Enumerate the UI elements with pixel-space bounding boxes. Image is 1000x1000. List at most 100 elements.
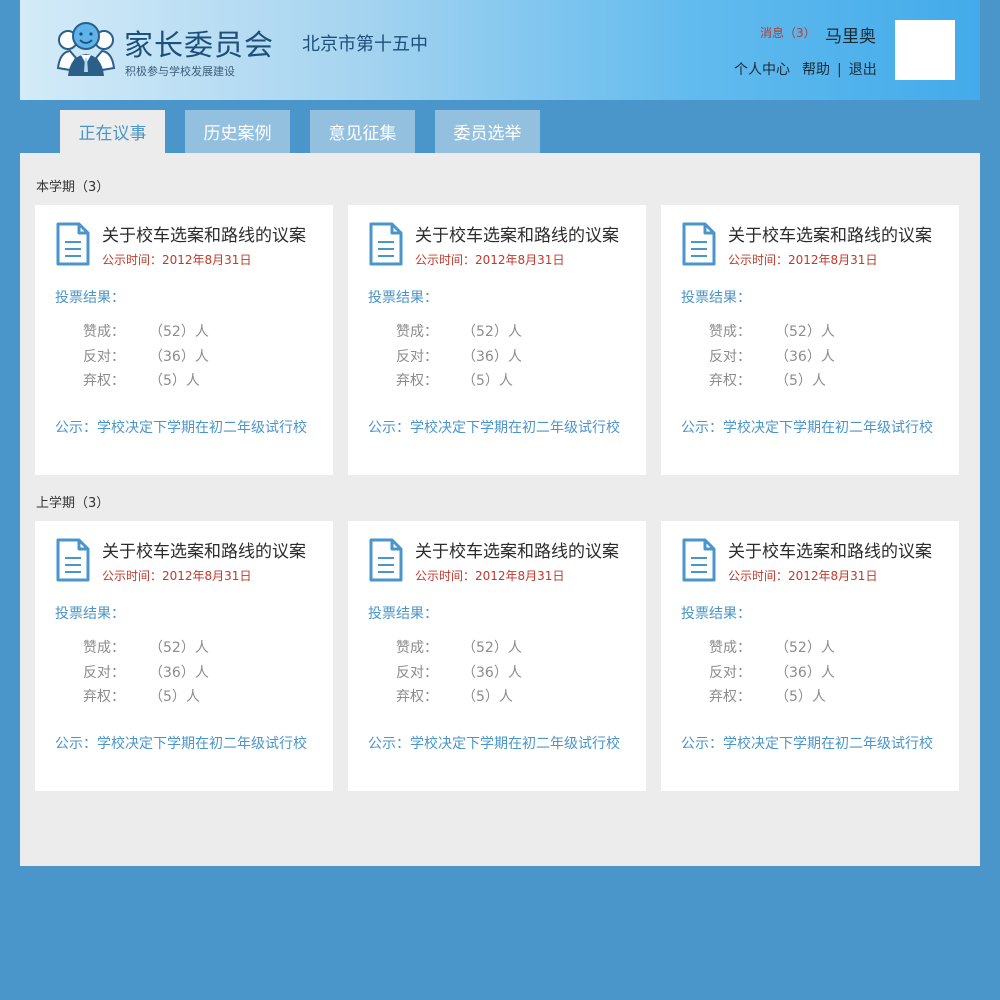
vote-label: 弃权： (396, 373, 438, 389)
vote-row-approve: 赞成： （52）人 (396, 321, 522, 341)
vote-result-label: 投票结果： (368, 606, 438, 622)
vote-label: 反对： (83, 349, 125, 365)
notice-link[interactable]: 公示：学校决定下学期在初二年级试行校 (55, 733, 307, 753)
avatar[interactable] (895, 20, 955, 80)
document-icon (369, 538, 403, 582)
tab-member-election[interactable]: 委员选举 (435, 110, 540, 154)
vote-count: （5）人 (775, 689, 826, 705)
section-title-current-term: 本学期（3） (36, 180, 110, 195)
vote-count: （36）人 (462, 665, 522, 681)
help-link[interactable]: 帮助 (802, 62, 830, 78)
proposal-title[interactable]: 关于校车选案和路线的议案 (102, 537, 306, 562)
document-icon (56, 222, 90, 266)
notice-link[interactable]: 公示：学校决定下学期在初二年级试行校 (681, 733, 933, 753)
people-logo-icon (56, 22, 116, 76)
vote-result-label: 投票结果： (681, 606, 751, 622)
vote-row-approve: 赞成： （52）人 (83, 637, 209, 657)
vote-result-label: 投票结果： (55, 606, 125, 622)
vote-label: 反对： (709, 665, 751, 681)
proposal-card[interactable]: 关于校车选案和路线的议案 公示时间：2012年8月31日 投票结果： 赞成： （5… (35, 205, 333, 475)
vote-count: （5）人 (149, 689, 200, 705)
school-name: 北京市第十五中 (302, 34, 428, 55)
publish-date: 公示时间：2012年8月31日 (102, 569, 252, 583)
vote-row-abstain: 弃权： （5）人 (83, 686, 200, 706)
user-name[interactable]: 马里奥 (825, 22, 876, 47)
app-title: 家长委员会 (124, 28, 275, 62)
notice-link[interactable]: 公示：学校决定下学期在初二年级试行校 (368, 733, 620, 753)
logout-link[interactable]: 退出 (849, 62, 877, 78)
app-slogan: 积极参与学校发展建设 (125, 65, 235, 78)
vote-row-approve: 赞成： （52）人 (709, 637, 835, 657)
messages-link[interactable]: 消息（3） (760, 24, 816, 41)
vote-count: （36）人 (149, 665, 209, 681)
document-icon (56, 538, 90, 582)
vote-row-approve: 赞成： （52）人 (396, 637, 522, 657)
vote-row-approve: 赞成： （52）人 (709, 321, 835, 341)
vote-label: 反对： (709, 349, 751, 365)
vote-label: 赞成： (709, 640, 751, 656)
vote-count: （52）人 (149, 640, 209, 656)
publish-date: 公示时间：2012年8月31日 (728, 569, 878, 583)
tab-history-cases[interactable]: 历史案例 (185, 110, 290, 154)
vote-label: 反对： (396, 665, 438, 681)
vote-count: （5）人 (462, 373, 513, 389)
vote-result-label: 投票结果： (368, 290, 438, 306)
vote-label: 弃权： (396, 689, 438, 705)
vote-label: 弃权： (709, 373, 751, 389)
vote-label: 赞成： (709, 324, 751, 340)
vote-count: （36）人 (775, 665, 835, 681)
vote-count: （5）人 (149, 373, 200, 389)
vote-row-oppose: 反对： （36）人 (83, 346, 209, 366)
vote-row-abstain: 弃权： （5）人 (709, 686, 826, 706)
publish-date: 公示时间：2012年8月31日 (415, 253, 565, 267)
vote-row-oppose: 反对： （36）人 (83, 662, 209, 682)
personal-center-link[interactable]: 个人中心 (734, 62, 790, 78)
tab-opinion-collection[interactable]: 意见征集 (310, 110, 415, 154)
vote-label: 赞成： (396, 640, 438, 656)
proposal-card[interactable]: 关于校车选案和路线的议案 公示时间：2012年8月31日 投票结果： 赞成： （5… (348, 521, 646, 791)
vote-count: （36）人 (149, 349, 209, 365)
vote-label: 弃权： (83, 373, 125, 389)
proposal-title[interactable]: 关于校车选案和路线的议案 (102, 221, 306, 246)
link-separator: | (837, 62, 842, 78)
proposal-title[interactable]: 关于校车选案和路线的议案 (728, 221, 932, 246)
vote-label: 弃权： (709, 689, 751, 705)
vote-count: （36）人 (462, 349, 522, 365)
proposal-title[interactable]: 关于校车选案和路线的议案 (415, 537, 619, 562)
notice-link[interactable]: 公示：学校决定下学期在初二年级试行校 (368, 417, 620, 437)
vote-result-label: 投票结果： (55, 290, 125, 306)
vote-label: 反对： (396, 349, 438, 365)
publish-date: 公示时间：2012年8月31日 (102, 253, 252, 267)
vote-row-approve: 赞成： （52）人 (83, 321, 209, 341)
proposal-title[interactable]: 关于校车选案和路线的议案 (415, 221, 619, 246)
vote-label: 赞成： (83, 640, 125, 656)
vote-row-abstain: 弃权： （5）人 (396, 686, 513, 706)
vote-row-abstain: 弃权： （5）人 (83, 370, 200, 390)
vote-count: （52）人 (775, 640, 835, 656)
document-icon (682, 538, 716, 582)
proposal-card[interactable]: 关于校车选案和路线的议案 公示时间：2012年8月31日 投票结果： 赞成： （5… (661, 205, 959, 475)
vote-row-oppose: 反对： （36）人 (709, 346, 835, 366)
notice-link[interactable]: 公示：学校决定下学期在初二年级试行校 (681, 417, 933, 437)
header-banner: 家长委员会 北京市第十五中 积极参与学校发展建设 消息（3） 马里奥 个人中心帮… (20, 0, 980, 100)
vote-row-abstain: 弃权： （5）人 (396, 370, 513, 390)
main-panel: 本学期（3） 关于校车选案和路线的议案 公示时间：2012年8月31日 投票结果… (20, 153, 980, 866)
proposal-title[interactable]: 关于校车选案和路线的议案 (728, 537, 932, 562)
vote-count: （36）人 (775, 349, 835, 365)
notice-link[interactable]: 公示：学校决定下学期在初二年级试行校 (55, 417, 307, 437)
tab-current-matters[interactable]: 正在议事 (60, 110, 165, 154)
proposal-card[interactable]: 关于校车选案和路线的议案 公示时间：2012年8月31日 投票结果： 赞成： （5… (348, 205, 646, 475)
vote-label: 反对： (83, 665, 125, 681)
proposal-card[interactable]: 关于校车选案和路线的议案 公示时间：2012年8月31日 投票结果： 赞成： （5… (35, 521, 333, 791)
vote-count: （5）人 (462, 689, 513, 705)
vote-result-label: 投票结果： (681, 290, 751, 306)
publish-date: 公示时间：2012年8月31日 (728, 253, 878, 267)
vote-row-oppose: 反对： （36）人 (396, 662, 522, 682)
publish-date: 公示时间：2012年8月31日 (415, 569, 565, 583)
vote-label: 赞成： (83, 324, 125, 340)
vote-count: （5）人 (775, 373, 826, 389)
vote-count: （52）人 (149, 324, 209, 340)
vote-count: （52）人 (775, 324, 835, 340)
vote-count: （52）人 (462, 324, 522, 340)
proposal-card[interactable]: 关于校车选案和路线的议案 公示时间：2012年8月31日 投票结果： 赞成： （5… (661, 521, 959, 791)
